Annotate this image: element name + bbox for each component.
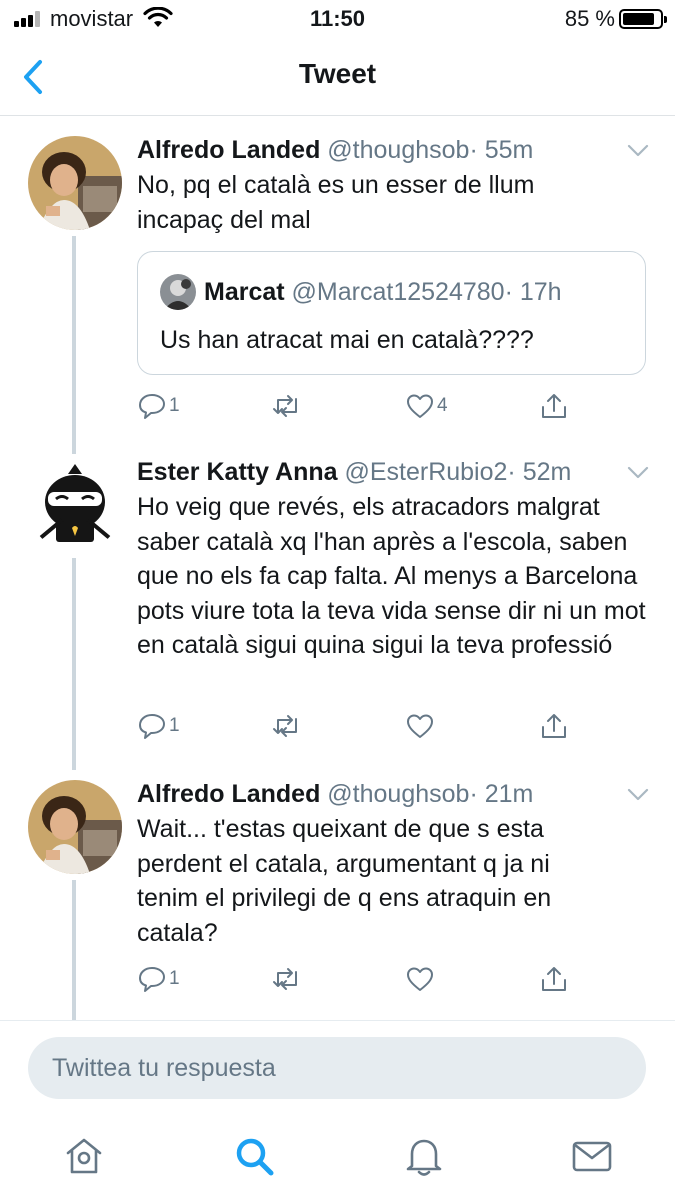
tab-notifications[interactable] (402, 1134, 446, 1178)
like-button[interactable] (405, 709, 435, 743)
tweet-actions: 1 (137, 962, 637, 996)
tweet-text: Wait... t'estas queixant de que s esta p… (137, 815, 552, 947)
tweet-time: · 52m (507, 458, 572, 486)
chevron-down-icon[interactable] (627, 144, 649, 158)
author-name[interactable]: Alfredo Landed (137, 780, 320, 808)
quote-author-handle: @Marcat12524780 (291, 278, 505, 306)
quoted-tweet[interactable]: Marcat @Marcat12524780· 17h Us han atrac… (137, 251, 646, 375)
search-icon (236, 1138, 274, 1176)
heart-icon (407, 967, 433, 991)
tab-home[interactable] (62, 1134, 106, 1178)
reply-bar (0, 1020, 675, 1110)
nav-bar: Tweet (0, 40, 675, 116)
reply-count: 1 (169, 715, 180, 736)
author-handle[interactable]: @EsterRubio2 (344, 458, 507, 486)
avatar[interactable] (28, 458, 122, 552)
tab-bar (0, 1110, 675, 1200)
tab-search[interactable] (232, 1134, 276, 1178)
tweet-header: Alfredo Landed @thoughsob· 21m (137, 780, 533, 809)
reply-icon (139, 714, 165, 739)
battery-percent: 85 % (564, 6, 615, 31)
heart-icon (407, 714, 433, 738)
reply-input[interactable] (28, 1037, 646, 1099)
retweet-icon (273, 968, 297, 990)
home-icon (66, 1138, 102, 1174)
messages-icon (572, 1141, 612, 1172)
author-handle[interactable]: @thoughsob (327, 136, 469, 164)
tweet-header: Ester Katty Anna @EsterRubio2· 52m (137, 458, 571, 487)
share-button[interactable] (539, 709, 569, 743)
share-button[interactable] (539, 962, 569, 996)
chevron-down-icon[interactable] (627, 466, 649, 480)
tweet-actions: 1 (137, 709, 637, 743)
page-title: Tweet (298, 58, 377, 89)
reply-button[interactable]: 1 (137, 389, 180, 423)
share-icon (542, 714, 566, 738)
tweet-header: Alfredo Landed @thoughsob· 55m (137, 136, 533, 165)
quote-text: Us han atracat mai en català???? (160, 326, 534, 354)
reply-button[interactable]: 1 (137, 962, 180, 996)
reply-icon (139, 967, 165, 992)
notifications-icon (406, 1139, 442, 1176)
tab-messages[interactable] (570, 1134, 614, 1178)
chevron-down-icon[interactable] (627, 788, 649, 802)
avatar (160, 274, 196, 310)
avatar[interactable] (28, 780, 122, 874)
share-icon (542, 394, 566, 418)
retweet-button[interactable] (272, 962, 302, 996)
like-button[interactable]: 4 (405, 389, 448, 423)
author-name[interactable]: Alfredo Landed (137, 136, 320, 164)
heart-icon (407, 394, 433, 418)
reply-button[interactable]: 1 (137, 709, 180, 743)
quote-author-name: Marcat (204, 278, 285, 306)
retweet-icon (273, 715, 297, 737)
reply-count: 1 (169, 395, 180, 416)
avatar[interactable] (28, 136, 122, 230)
quote-time: · 17h (504, 278, 562, 306)
retweet-button[interactable] (272, 709, 302, 743)
status-bar: movistar 11:50 85 % (0, 0, 675, 40)
tweet[interactable]: Alfredo Landed @thoughsob· 21m Wait... t… (0, 766, 675, 1020)
tweet-time: · 21m (469, 780, 534, 808)
like-button[interactable] (405, 962, 435, 996)
retweet-icon (273, 395, 297, 417)
share-button[interactable] (539, 389, 569, 423)
retweet-button[interactable] (272, 389, 302, 423)
tweet-text: Ho veig que revés, els atracadors malgra… (137, 493, 646, 659)
tweet[interactable]: Alfredo Landed @thoughsob· 55m No, pq el… (0, 116, 675, 446)
reply-count: 1 (169, 968, 180, 989)
tweet-text: No, pq el català es un esser de llum inc… (137, 171, 535, 234)
tweet-time: · 55m (469, 136, 534, 164)
tweet[interactable]: Ester Katty Anna @EsterRubio2· 52m Ho ve… (0, 446, 675, 766)
share-icon (542, 967, 566, 991)
quote-header: Marcat @Marcat12524780· 17h (204, 278, 562, 307)
reply-icon (139, 394, 165, 419)
battery-icon (619, 9, 667, 29)
like-count: 4 (437, 395, 448, 416)
author-handle[interactable]: @thoughsob (327, 780, 469, 808)
tweet-actions: 1 4 (137, 389, 637, 423)
author-name[interactable]: Ester Katty Anna (137, 458, 338, 486)
